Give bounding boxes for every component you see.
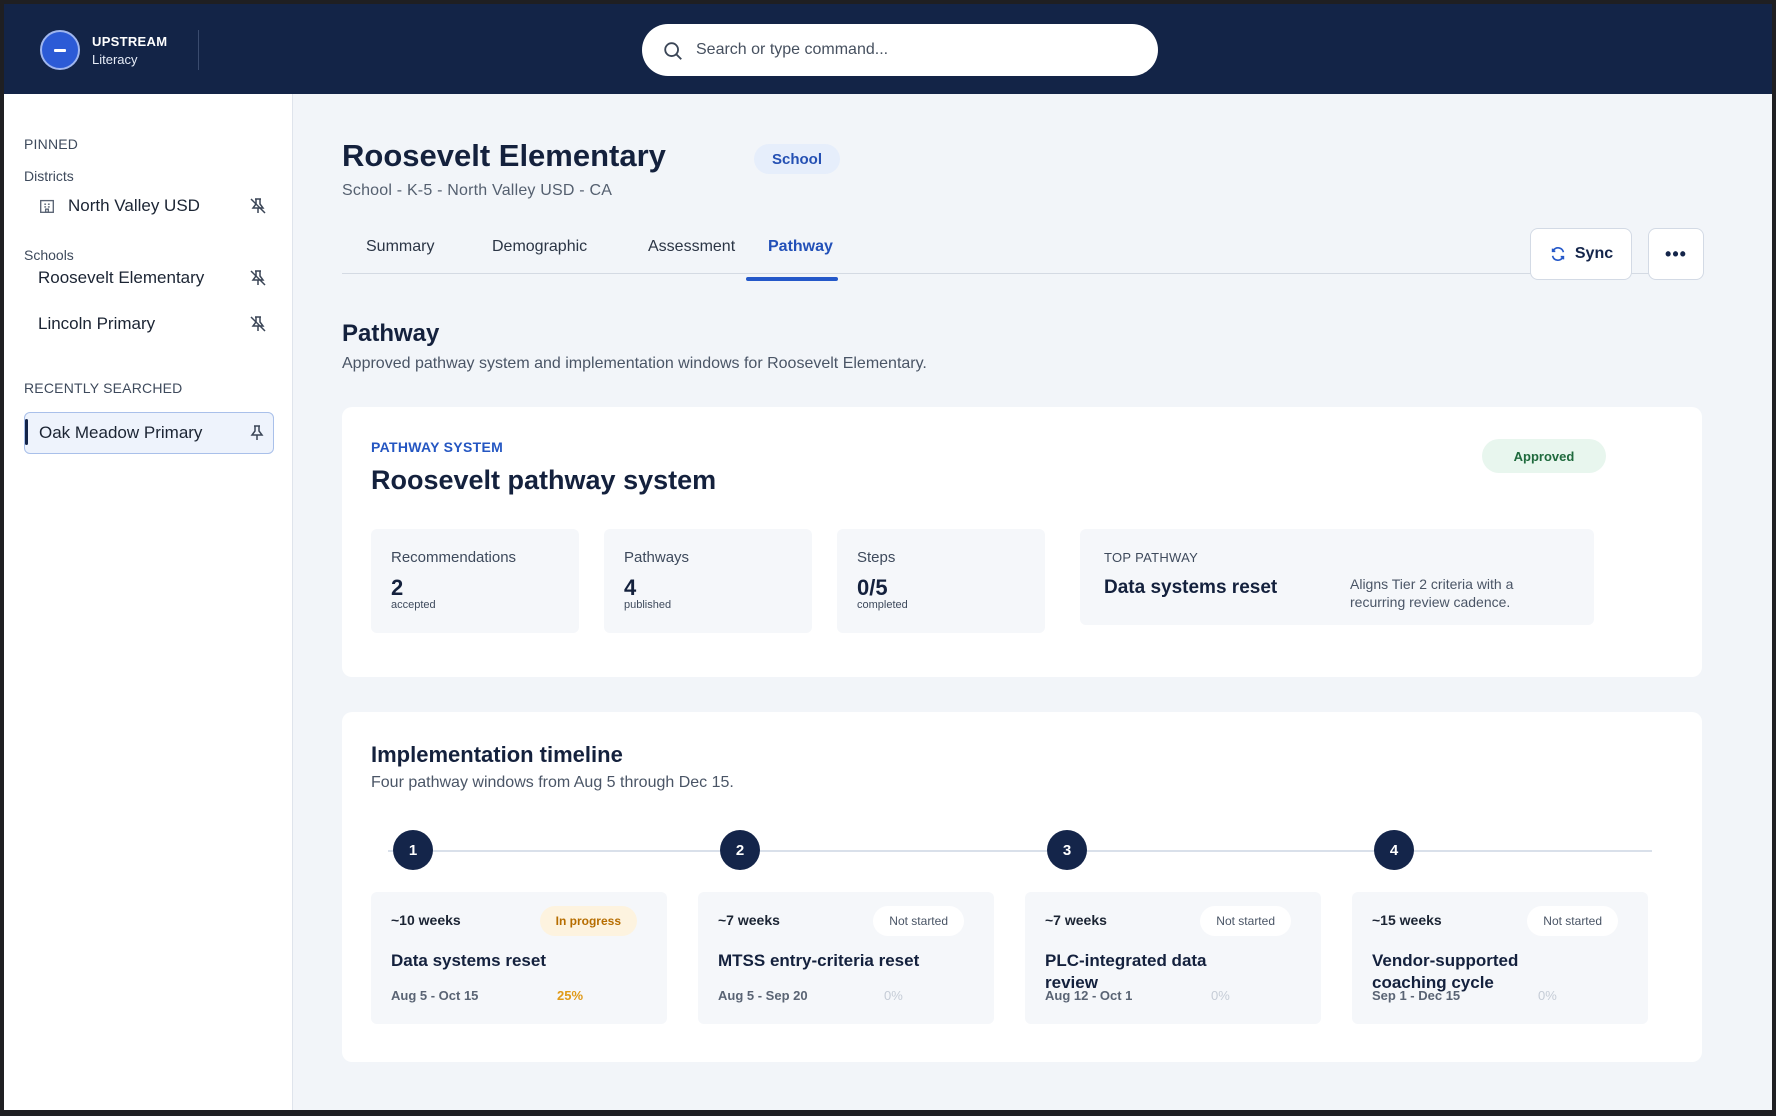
more-icon: ••• — [1665, 243, 1687, 264]
step-percent: 0% — [884, 988, 903, 1003]
unpin-icon[interactable] — [248, 314, 268, 334]
tab-bar: Summary Demographic Assessment Pathway — [342, 224, 1702, 274]
pathway-system-card: PATHWAY SYSTEM Roosevelt pathway system … — [342, 407, 1702, 677]
step-dates: Aug 5 - Sep 20 — [718, 988, 808, 1003]
page-subtitle: School - K-5 - North Valley USD - CA — [342, 182, 613, 199]
card-title: Roosevelt pathway system — [371, 465, 717, 495]
step-duration: ~7 weeks — [1045, 912, 1107, 928]
stat-pathways: Pathways 4 published — [604, 529, 812, 633]
section-description: Approved pathway system and implementati… — [342, 355, 927, 372]
timeline-node: 2 — [720, 830, 760, 870]
sidebar-item-oak-meadow-primary[interactable]: Oak Meadow Primary — [24, 412, 274, 454]
tab-demographic[interactable]: Demographic — [492, 238, 587, 256]
unpin-icon[interactable] — [248, 268, 268, 288]
sidebar-item-label: Oak Meadow Primary — [39, 423, 203, 442]
timeline-node: 1 — [393, 830, 433, 870]
pinned-heading: PINNED — [24, 136, 79, 152]
stat-value: 2 — [391, 575, 404, 600]
brand: UPSTREAM Literacy — [92, 34, 167, 67]
more-options-button[interactable]: ••• — [1648, 228, 1704, 280]
stat-unit: accepted — [391, 599, 436, 611]
brand-name: UPSTREAM — [92, 34, 168, 49]
status-badge: Not started — [1527, 906, 1618, 936]
sidebar-item-label: Lincoln Primary — [38, 314, 156, 333]
step-dates: Aug 12 - Oct 1 — [1045, 988, 1133, 1003]
step-percent: 25% — [557, 988, 584, 1003]
timeline-node: 4 — [1374, 830, 1414, 870]
step-duration: ~7 weeks — [718, 912, 780, 928]
step-duration: ~10 weeks — [391, 912, 461, 928]
implementation-timeline-card: Implementation timeline Four pathway win… — [342, 712, 1702, 1062]
stat-value: 0/5 — [857, 575, 888, 600]
stat-value: 4 — [624, 575, 637, 600]
section-title: Pathway — [342, 320, 440, 347]
stat-label: Steps — [857, 549, 896, 566]
top-pathway: TOP PATHWAY Data systems reset Aligns Ti… — [1080, 529, 1594, 625]
recent-heading: RECENTLY SEARCHED — [24, 380, 183, 396]
card-eyebrow: PATHWAY SYSTEM — [371, 439, 504, 455]
search-input[interactable] — [696, 24, 1136, 76]
timeline-step-card[interactable]: ~10 weeks In progress Data systems reset… — [371, 892, 667, 1024]
page-title: Roosevelt Elementary — [342, 138, 666, 173]
status-badge: Not started — [1200, 906, 1291, 936]
status-badge: Not started — [873, 906, 964, 936]
search-bar[interactable] — [642, 24, 1158, 76]
status-badge: Approved — [1482, 439, 1606, 473]
stat-recommendations: Recommendations 2 accepted — [371, 529, 579, 633]
top-pathway-name: Data systems reset — [1104, 577, 1278, 598]
step-name: Data systems reset — [391, 951, 546, 970]
unpin-icon[interactable] — [248, 196, 268, 216]
step-percent: 0% — [1211, 988, 1230, 1003]
stat-steps: Steps 0/5 completed — [837, 529, 1045, 633]
stat-unit: published — [624, 599, 672, 611]
stat-label: Pathways — [624, 549, 690, 566]
sidebar-item-lincoln-primary[interactable]: Lincoln Primary — [24, 304, 274, 344]
timeline-step-card[interactable]: ~15 weeks Not started Vendor-supported c… — [1352, 892, 1648, 1024]
sidebar: PINNED Districts North Valley USD School… — [4, 94, 293, 1110]
sidebar-item-label: North Valley USD — [68, 196, 200, 215]
step-dates: Aug 5 - Oct 15 — [391, 988, 479, 1003]
top-bar: UPSTREAM Literacy — [4, 4, 1772, 94]
refresh-icon — [1551, 247, 1565, 261]
status-badge: In progress — [539, 906, 637, 936]
sync-label: Sync — [1574, 245, 1614, 262]
building-icon — [40, 199, 54, 213]
stat-label: Recommendations — [391, 549, 517, 566]
logo-icon[interactable] — [40, 30, 80, 70]
sidebar-item-north-valley-usd[interactable]: North Valley USD — [24, 186, 274, 226]
pin-icon[interactable] — [247, 423, 267, 443]
districts-heading: Districts — [24, 168, 74, 184]
app-window: UPSTREAM Literacy PINNED Districts North… — [4, 4, 1772, 1110]
timeline-title: Implementation timeline — [371, 742, 623, 767]
sidebar-item-label: Roosevelt Elementary — [38, 268, 205, 287]
timeline-description: Four pathway windows from Aug 5 through … — [371, 774, 734, 791]
stat-unit: completed — [857, 599, 908, 611]
step-duration: ~15 weeks — [1372, 912, 1442, 928]
tab-summary[interactable]: Summary — [366, 238, 434, 256]
sidebar-item-roosevelt-elementary[interactable]: Roosevelt Elementary — [24, 258, 274, 298]
entity-type-chip: School — [754, 144, 841, 174]
tab-pathway[interactable]: Pathway — [768, 238, 833, 256]
top-pathway-description: Aligns Tier 2 criteria with a recurring … — [1350, 576, 1514, 610]
step-dates: Sep 1 - Dec 15 — [1372, 988, 1461, 1003]
timeline-step-card[interactable]: ~7 weeks Not started PLC-integrated data… — [1025, 892, 1321, 1024]
divider — [198, 30, 199, 70]
sync-button[interactable]: Sync — [1530, 228, 1632, 280]
top-pathway-eyebrow: TOP PATHWAY — [1104, 550, 1199, 565]
step-percent: 0% — [1538, 988, 1557, 1003]
timeline-step-card[interactable]: ~7 weeks Not started MTSS entry-criteria… — [698, 892, 994, 1024]
search-icon — [664, 42, 682, 60]
timeline-track — [388, 850, 1652, 852]
active-tab-indicator — [746, 277, 838, 281]
step-name: MTSS entry-criteria reset — [718, 951, 920, 970]
tab-assessment[interactable]: Assessment — [648, 238, 735, 256]
main-content: Roosevelt Elementary School School - K-5… — [294, 94, 1772, 1110]
brand-sub: Literacy — [92, 52, 138, 67]
timeline-node: 3 — [1047, 830, 1087, 870]
